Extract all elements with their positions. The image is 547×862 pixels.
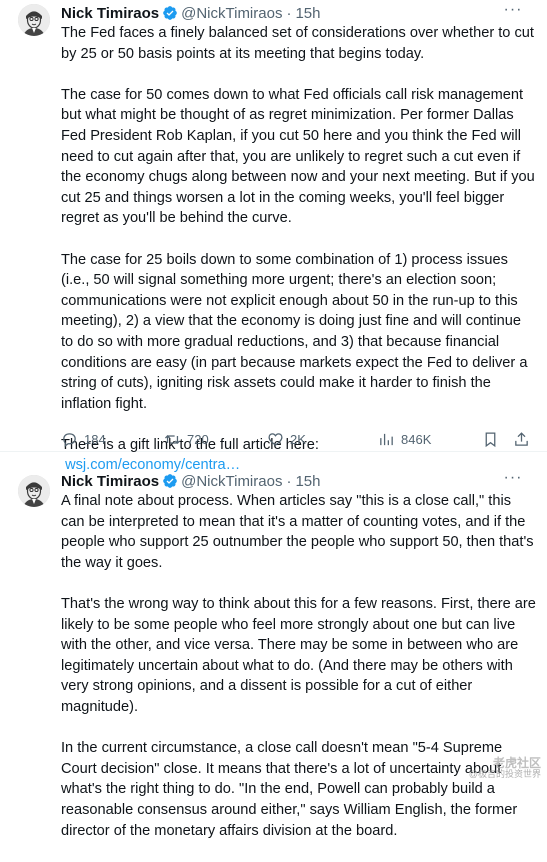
separator-dot: · xyxy=(286,472,292,490)
author-name[interactable]: Nick Timiraos xyxy=(61,473,159,490)
tweet-header: Nick Timiraos @NickTimiraos · 15h xyxy=(61,471,320,491)
tweet[interactable]: Nick Timiraos @NickTimiraos · 15h ··· A … xyxy=(0,452,547,839)
author-handle[interactable]: @NickTimiraos xyxy=(181,5,282,22)
more-options-icon[interactable]: ··· xyxy=(503,470,523,492)
share-button[interactable] xyxy=(513,431,530,448)
tweet-paragraph: A final note about process. When article… xyxy=(61,493,534,571)
action-bar: 184 720 2K 846K xyxy=(61,428,531,450)
watermark-main: 老虎社区 xyxy=(492,756,541,770)
repost-button[interactable]: 720 xyxy=(164,431,209,448)
avatar-portrait-icon xyxy=(18,4,50,36)
reply-button[interactable]: 184 xyxy=(61,431,106,448)
timestamp[interactable]: 15h xyxy=(295,473,320,490)
tweet-paragraph: That's the wrong way to think about this… xyxy=(61,595,536,715)
tweet-text: A final note about process. When article… xyxy=(61,491,536,862)
repost-count: 720 xyxy=(187,431,209,447)
more-options-icon[interactable]: ··· xyxy=(503,2,523,24)
share-icon xyxy=(515,431,528,446)
repost-icon xyxy=(164,434,181,444)
avatar[interactable] xyxy=(18,475,50,507)
tweet[interactable]: Nick Timiraos @NickTimiraos · 15h ··· Th… xyxy=(0,0,547,473)
tweet-paragraph: In the current circumstance, a close cal… xyxy=(61,740,518,839)
author-name[interactable]: Nick Timiraos xyxy=(61,5,159,22)
view-count: 846K xyxy=(401,431,432,447)
tweet-paragraph: The case for 50 comes down to what Fed o… xyxy=(61,86,535,227)
like-button[interactable]: 2K xyxy=(267,431,306,448)
heart-icon xyxy=(268,432,283,446)
timestamp[interactable]: 15h xyxy=(295,5,320,22)
verified-badge-icon xyxy=(163,474,177,488)
views-button[interactable]: 846K xyxy=(378,431,431,448)
tweet-header: Nick Timiraos @NickTimiraos · 15h xyxy=(61,3,320,23)
watermark-sub: @极吉的投资世界 xyxy=(468,769,541,779)
like-count: 2K xyxy=(290,431,306,447)
tweet-paragraph: The case for 25 boils down to some combi… xyxy=(61,251,528,412)
bookmark-button[interactable] xyxy=(482,431,499,448)
tweet-paragraph: The Fed faces a finely balanced set of c… xyxy=(61,25,534,62)
reply-icon xyxy=(63,432,76,447)
avatar[interactable] xyxy=(18,4,50,36)
watermark: 老虎社区 @极吉的投资世界 xyxy=(468,756,541,780)
avatar-portrait-icon xyxy=(18,475,50,507)
bookmark-icon xyxy=(485,431,496,447)
verified-badge-icon xyxy=(163,6,177,20)
analytics-icon xyxy=(380,433,393,445)
separator-dot: · xyxy=(286,4,292,22)
tweet-text: The Fed faces a finely balanced set of c… xyxy=(61,23,536,476)
reply-count: 184 xyxy=(84,431,106,447)
author-handle[interactable]: @NickTimiraos xyxy=(181,473,282,490)
